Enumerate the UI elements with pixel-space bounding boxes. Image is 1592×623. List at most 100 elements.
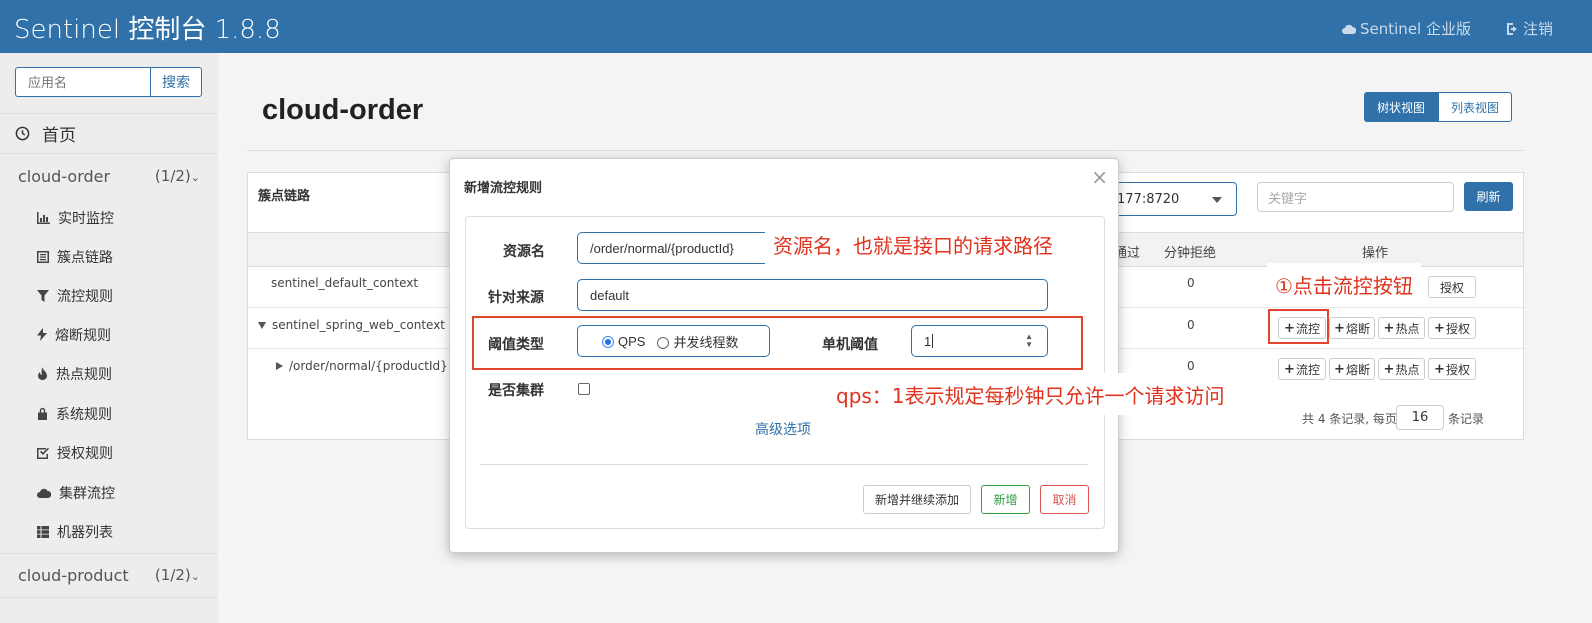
auth-button[interactable]: 授权 [1428, 276, 1476, 298]
auth-button[interactable]: + 授权 [1428, 358, 1476, 380]
add-and-continue-button[interactable]: 新增并继续添加 [863, 485, 971, 514]
app-instance-count: (1/2)⌄ [154, 566, 200, 584]
sidebar: 搜索 首页 cloud-order (1/2)⌄ 实时监控 簇点链路 流控规则 … [0, 53, 218, 623]
highlight-box-flow-button [1268, 309, 1329, 344]
fire-icon [38, 367, 47, 380]
annotation-resource: 资源名，也就是接口的请求路径 [765, 222, 1061, 266]
plus-icon: + [1383, 320, 1395, 336]
resource-name-input[interactable]: /order/normal/{productId} [577, 232, 777, 264]
cluster-checkbox[interactable] [578, 383, 590, 395]
resource-label: 资源名 [503, 244, 545, 260]
sidebar-item-home[interactable]: 首页 [0, 113, 218, 154]
cloud-icon [1342, 24, 1356, 34]
flash-icon [37, 328, 47, 341]
collapse-icon [276, 362, 283, 370]
sidebar-item-auth-rules[interactable]: 授权规则 [0, 433, 218, 472]
sidebar-item-label: 集群流控 [59, 485, 115, 502]
minute-reject-value: 0 [1187, 318, 1195, 332]
annotation-click-flow: ①点击流控按钮 [1267, 263, 1421, 305]
hot-param-button[interactable]: + 热点 [1378, 317, 1425, 339]
sidebar-item-hot-rules[interactable]: 热点规则 [0, 354, 218, 393]
tree-node[interactable]: sentinel_spring_web_context [258, 318, 445, 332]
sidebar-item-label: 授权规则 [57, 445, 113, 462]
sidebar-item-machine-list[interactable]: 机器列表 [0, 512, 218, 551]
sidebar-app-cloud-product[interactable]: cloud-product (1/2)⌄ [0, 553, 218, 597]
sidebar-item-label: 流控规则 [57, 288, 113, 305]
dialog-title: 新增流控规则 [464, 181, 543, 196]
resource-name: sentinel_default_context [271, 276, 419, 290]
app-name: cloud-product [18, 565, 129, 585]
degrade-button[interactable]: + 熔断 [1329, 317, 1375, 339]
minute-reject-value: 0 [1187, 276, 1195, 290]
enterprise-label: Sentinel 企业版 [1360, 20, 1471, 38]
plus-icon: + [1434, 320, 1445, 336]
flow-control-button[interactable]: + 流控 [1278, 358, 1326, 380]
expand-icon [258, 322, 266, 329]
enterprise-link[interactable]: Sentinel 企业版 [1342, 18, 1471, 39]
sidebar-item-label: 热点规则 [56, 366, 112, 383]
resource-name: /order/normal/{productId} [289, 359, 448, 373]
dashboard-icon [15, 126, 30, 141]
sidebar-app-cloud-order[interactable]: cloud-order (1/2)⌄ [0, 154, 218, 198]
keyword-input[interactable]: 关键字 [1257, 182, 1454, 212]
app-search-button[interactable]: 搜索 [150, 67, 202, 97]
grid-icon [37, 525, 49, 538]
degrade-button[interactable]: + 熔断 [1329, 358, 1375, 380]
logout-link[interactable]: 注销 [1505, 18, 1553, 39]
cluster-label: 是否集群 [488, 383, 544, 399]
close-icon[interactable]: × [1091, 165, 1108, 189]
sidebar-home-label: 首页 [42, 126, 76, 146]
lock-icon [38, 407, 47, 420]
sidebar-item-label: 实时监控 [58, 210, 114, 227]
sidebar-item-system-rules[interactable]: 系统规则 [0, 394, 218, 433]
dialog-footer-divider [480, 464, 1088, 465]
tree-view-button[interactable]: 树状视图 [1364, 92, 1439, 122]
limit-origin-input[interactable]: default [577, 279, 1048, 311]
hot-param-button[interactable]: + 热点 [1378, 358, 1425, 380]
pager-suffix: 条记录 [1448, 412, 1485, 426]
cancel-button[interactable]: 取消 [1040, 485, 1089, 514]
sidebar-item-flow-rules[interactable]: 流控规则 [0, 276, 218, 315]
app-title: Sentinel 控制台 1.8.8 [14, 15, 281, 45]
machine-select[interactable]: 177:8720 [1100, 182, 1237, 216]
plus-icon: + [1284, 361, 1295, 377]
bar-chart-icon [37, 211, 50, 224]
app-name: cloud-order [18, 166, 111, 186]
cloud-icon [37, 488, 51, 498]
resource-name: sentinel_spring_web_context [272, 318, 446, 332]
sidebar-item-cluster-point[interactable]: 簇点链路 [0, 237, 218, 276]
origin-label: 针对来源 [488, 290, 544, 306]
app-search-input[interactable] [15, 67, 150, 97]
sidebar-item-realtime-monitor[interactable]: 实时监控 [0, 198, 218, 237]
sidebar-item-label: 机器列表 [57, 524, 113, 541]
logout-label: 注销 [1523, 20, 1554, 38]
list-view-button[interactable]: 列表视图 [1438, 92, 1513, 122]
chevron-down-icon: ⌄ [190, 570, 200, 583]
plus-icon: + [1383, 361, 1395, 377]
refresh-button[interactable]: 刷新 [1464, 182, 1513, 211]
annotation-qps: qps：1表示规定每秒钟只允许一个请求访问 [828, 373, 1233, 415]
chevron-down-icon: ⌄ [190, 171, 200, 184]
add-button[interactable]: 新增 [981, 485, 1030, 514]
app-instance-count: (1/2)⌄ [154, 167, 200, 185]
sidebar-item-label: 簇点链路 [57, 249, 113, 266]
page-title: cloud-order [262, 94, 424, 126]
sidebar-item-label: 熔断规则 [55, 327, 111, 344]
column-actions: 操作 [1362, 246, 1389, 261]
highlight-box-threshold [472, 316, 1083, 370]
filter-icon [37, 289, 49, 302]
sidebar-item-cluster-flow[interactable]: 集群流控 [0, 473, 218, 512]
top-navbar: Sentinel 控制台 1.8.8 Sentinel 企业版 注销 [0, 0, 1592, 53]
sidebar-divider [0, 597, 218, 598]
auth-button[interactable]: + 授权 [1428, 317, 1476, 339]
caret-down-icon [1212, 197, 1222, 203]
plus-icon: + [1334, 361, 1345, 377]
tree-node[interactable]: /order/normal/{productId} [276, 359, 448, 373]
view-toggle: 树状视图 列表视图 [1364, 92, 1513, 122]
sidebar-item-degrade-rules[interactable]: 熔断规则 [0, 315, 218, 354]
check-square-icon [37, 447, 49, 459]
page-size-input[interactable]: 16 [1396, 405, 1444, 430]
advanced-options-link[interactable]: 高级选项 [755, 419, 811, 439]
panel-title: 簇点链路 [258, 189, 311, 204]
minute-reject-value: 0 [1187, 359, 1195, 373]
